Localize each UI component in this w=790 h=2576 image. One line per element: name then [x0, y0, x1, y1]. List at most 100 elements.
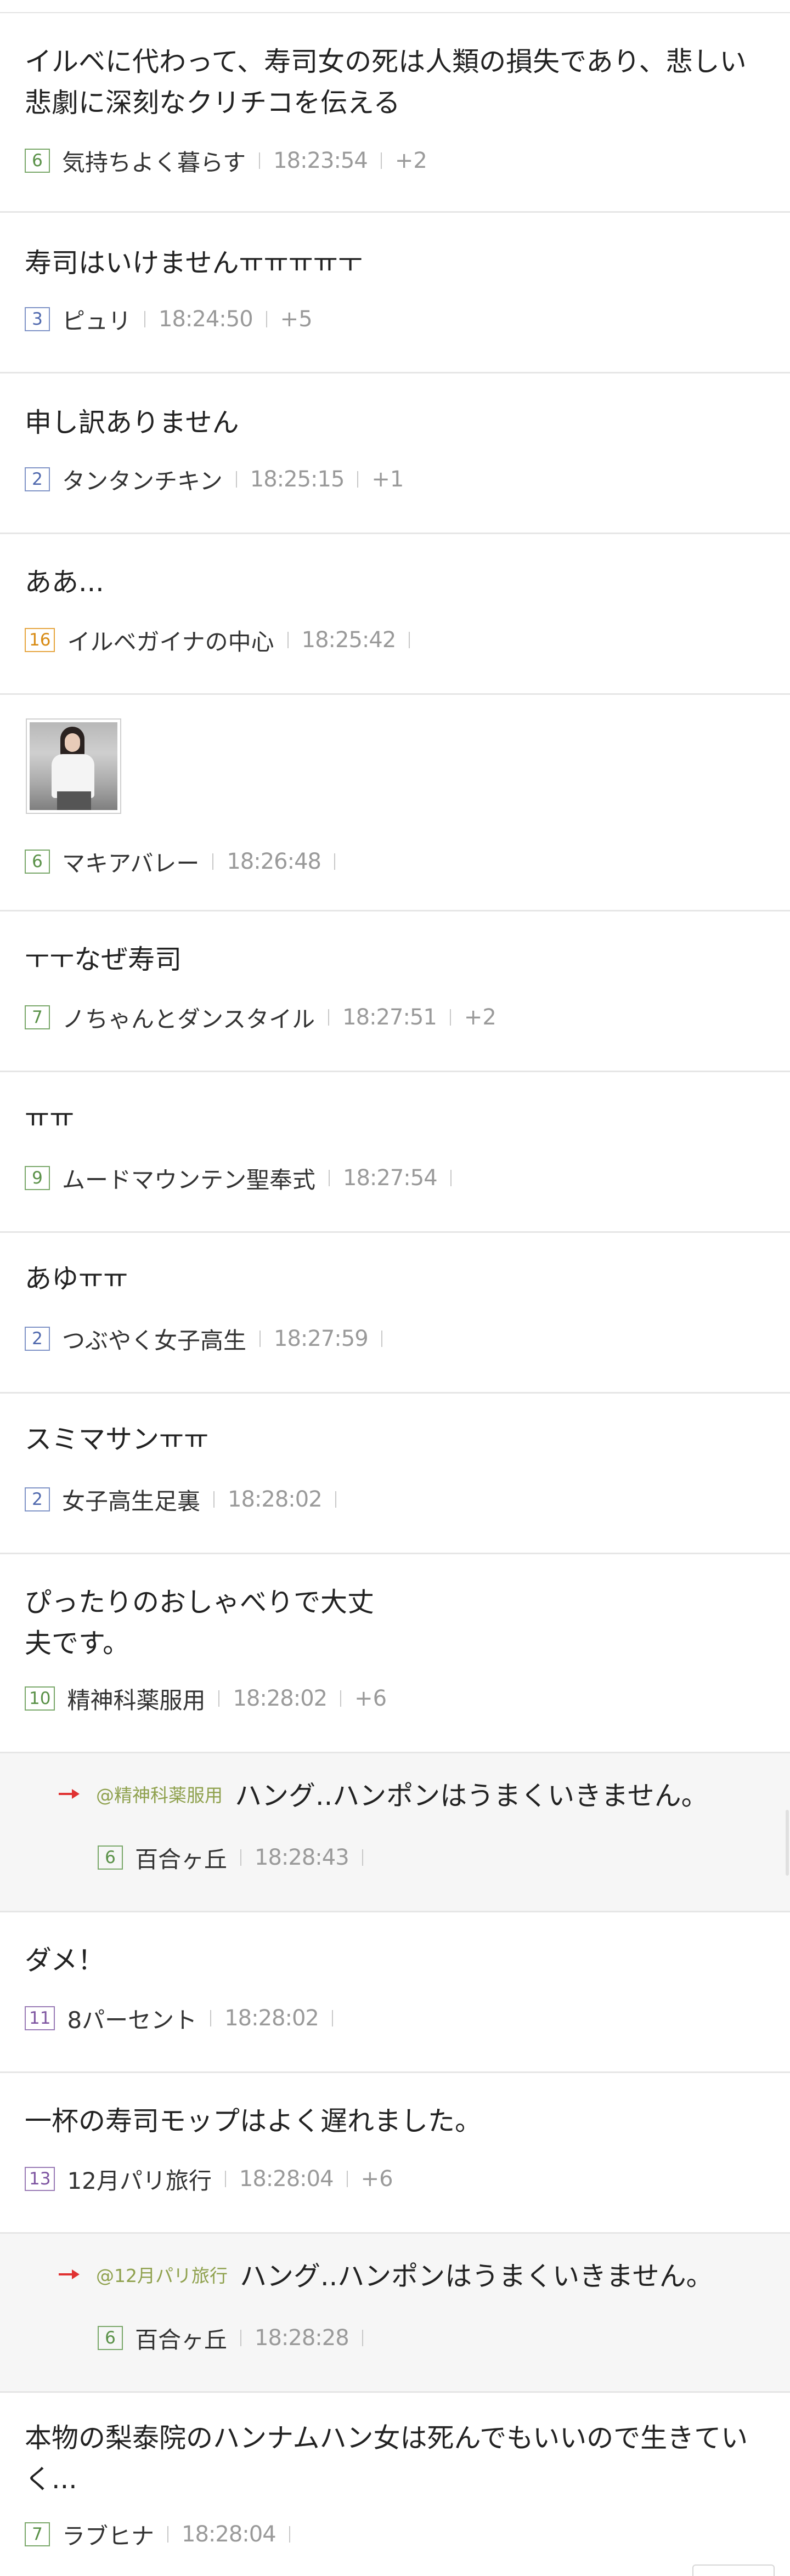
reply-content: @精神科薬服用 ハング..ハンポンはうまくいきません。: [58, 1774, 708, 1813]
author-nickname[interactable]: 百合ヶ丘: [135, 2322, 227, 2355]
comment-meta: 6 気持ちよく暮らす 18:23:54 +2: [25, 147, 427, 176]
comment-meta: 13 12月パリ旅行 18:28:04 +6: [25, 2162, 393, 2196]
comment-text: ああ...: [25, 567, 104, 598]
comment-text: 一杯の寿司モップはよく遅れました。: [25, 2105, 482, 2137]
comment-meta: 2 タンタンチキン 18:25:15 +1: [25, 463, 404, 496]
author-nickname[interactable]: つぶやく女子高生: [62, 1322, 246, 1356]
reply-content: @12月パリ旅行 ハング..ハンポンはうまくいきません。: [58, 2255, 713, 2294]
attached-image-thumbnail[interactable]: [26, 718, 121, 814]
floating-button[interactable]: [692, 2564, 775, 2576]
meta-divider: [380, 152, 382, 169]
comment-meta: 11 8パーセント 18:28:02: [25, 2002, 346, 2035]
reply-arrow-icon: [59, 2269, 80, 2279]
comment-item: ㅜㅜなぜ寿司 7 ノちゃんとダンスタイル 18:27:51 +2: [0, 911, 790, 1072]
author-nickname[interactable]: ピュリ: [62, 303, 131, 336]
comment-item: 寿司はいけませんㅠㅠㅠㅠㅜ 3 ピュリ 18:24:50 +5: [0, 213, 790, 373]
meta-divider: [329, 1170, 330, 1186]
author-nickname[interactable]: ムードマウンテン聖奉式: [62, 1162, 315, 1195]
comment-item: ああ... 16 イルベガイナの中心 18:25:42: [0, 534, 790, 695]
meta-divider: [289, 2526, 290, 2543]
meta-divider: [287, 632, 289, 648]
meta-divider: [218, 1690, 220, 1707]
like-count[interactable]: +1: [371, 467, 404, 492]
like-count[interactable]: +6: [361, 2166, 393, 2192]
comment-text: ぴったりのおしゃべりで大丈夫です。: [25, 1587, 375, 1659]
comment-item: 一杯の寿司モップはよく遅れました。 13 12月パリ旅行 18:28:04 +6: [0, 2073, 790, 2234]
level-badge: 10: [25, 1686, 55, 1711]
comment-item: あゆㅠㅠ 2 つぶやく女子高生 18:27:59: [0, 1233, 790, 1394]
comment-text: ㅠㅠ: [25, 1102, 75, 1134]
meta-divider: [331, 2010, 333, 2026]
comment-meta: 2 つぶやく女子高生 18:27:59: [25, 1325, 396, 1354]
comment-time: 18:25:42: [301, 627, 397, 653]
meta-divider: [144, 311, 146, 327]
comment-item: ダメ！ 11 8パーセント 18:28:02: [0, 1912, 790, 2073]
comment-time: 18:28:04: [239, 2166, 334, 2192]
author-nickname[interactable]: ラブヒナ: [62, 2518, 154, 2551]
comment-text: イルベに代わって、寿司女の死は人類の損失であり、悲しい悲劇に深刻なクリチコを伝え…: [25, 46, 747, 118]
reply-item: @精神科薬服用 ハング..ハンポンはうまくいきません。 6 百合ヶ丘 18:28…: [0, 1753, 790, 1912]
author-nickname[interactable]: イルベガイナの中心: [67, 624, 274, 657]
level-badge: 16: [25, 628, 55, 652]
comment-meta: 3 ピュリ 18:24:50 +5: [25, 303, 313, 336]
meta-divider: [259, 1331, 261, 1347]
like-count[interactable]: +2: [395, 148, 427, 173]
comment-text: 寿司はいけませんㅠㅠㅠㅠㅜ: [25, 247, 363, 279]
comment-time: 18:28:02: [224, 2006, 319, 2031]
reply-mention[interactable]: @12月パリ旅行: [96, 2261, 228, 2288]
meta-divider: [449, 1009, 451, 1026]
like-count[interactable]: +5: [280, 307, 313, 332]
comment-item: イルベに代わって、寿司女の死は人類の損失であり、悲しい悲劇に深刻なクリチコを伝え…: [0, 14, 790, 213]
meta-divider: [409, 632, 410, 648]
comment-item: ぴったりのおしゃべりで大丈夫です。 10 精神科薬服用 18:28:02 +6: [0, 1554, 790, 1753]
author-nickname[interactable]: 12月パリ旅行: [67, 2162, 211, 2196]
comment-meta: 16 イルベガイナの中心 18:25:42: [25, 624, 423, 657]
meta-divider: [357, 471, 359, 488]
meta-divider: [235, 471, 237, 488]
comment-meta: 2 女子高生足裏 18:28:02: [25, 1483, 349, 1516]
like-count[interactable]: +6: [354, 1686, 387, 1711]
comment-time: 18:27:51: [342, 1005, 437, 1030]
author-nickname[interactable]: 百合ヶ丘: [135, 1841, 227, 1875]
like-count[interactable]: +2: [464, 1005, 496, 1030]
level-badge: 6: [98, 2326, 123, 2350]
reply-text: ハング..ハンポンはうまくいきません。: [240, 2261, 713, 2292]
author-nickname[interactable]: 8パーセント: [67, 2002, 197, 2035]
meta-divider: [224, 2171, 226, 2187]
comment-meta: 7 ノちゃんとダンスタイル 18:27:51 +2: [25, 1001, 496, 1034]
top-divider: [0, 12, 790, 13]
comment-time: 18:26:48: [227, 849, 321, 874]
author-nickname[interactable]: 女子高生足裏: [62, 1483, 200, 1516]
reply-item: @12月パリ旅行 ハング..ハンポンはうまくいきません。 6 百合ヶ丘 18:2…: [0, 2234, 790, 2393]
author-nickname[interactable]: 気持ちよく暮らす: [62, 144, 246, 178]
comment-time: 18:28:02: [233, 1686, 328, 1711]
comment-time: 18:25:15: [250, 467, 345, 492]
comment-text: ㅜㅜなぜ寿司: [25, 944, 182, 975]
meta-divider: [240, 1849, 242, 1866]
meta-divider: [210, 2010, 212, 2026]
level-badge: 6: [98, 1845, 123, 1870]
comment-time: 18:28:43: [255, 1845, 349, 1870]
meta-divider: [213, 1491, 215, 1508]
meta-divider: [328, 1009, 330, 1026]
comment-item: 6 マキアバレー 18:26:48: [0, 695, 790, 911]
level-badge: 2: [25, 467, 50, 491]
comment-item: 本物の梨泰院のハンナムハン女は死んでもいいので生きていく... 7 ラブヒナ 1…: [0, 2393, 790, 2576]
author-nickname[interactable]: マキアバレー: [62, 845, 199, 879]
meta-divider: [334, 853, 335, 870]
level-badge: 9: [25, 1166, 50, 1190]
comment-meta: 9 ムードマウンテン聖奉式 18:27:54: [25, 1162, 465, 1195]
comment-text: スミマサンㅠㅠ: [25, 1424, 209, 1455]
meta-divider: [167, 2526, 169, 2543]
reply-mention[interactable]: @精神科薬服用: [96, 1781, 223, 1807]
photo-thumbnail: [30, 722, 117, 810]
author-nickname[interactable]: 精神科薬服用: [67, 1682, 205, 1716]
scrollbar-thumb[interactable]: [786, 1810, 789, 1876]
author-nickname[interactable]: タンタンチキン: [62, 463, 223, 496]
comment-meta: 6 マキアバレー 18:26:48: [25, 848, 348, 877]
comment-time: 18:28:28: [255, 2325, 349, 2351]
reply-meta: 6 百合ヶ丘 18:28:28: [98, 2322, 376, 2355]
author-nickname[interactable]: ノちゃんとダンスタイル: [62, 1001, 315, 1034]
level-badge: 2: [25, 1327, 50, 1351]
comment-time: 18:27:54: [343, 1165, 438, 1191]
